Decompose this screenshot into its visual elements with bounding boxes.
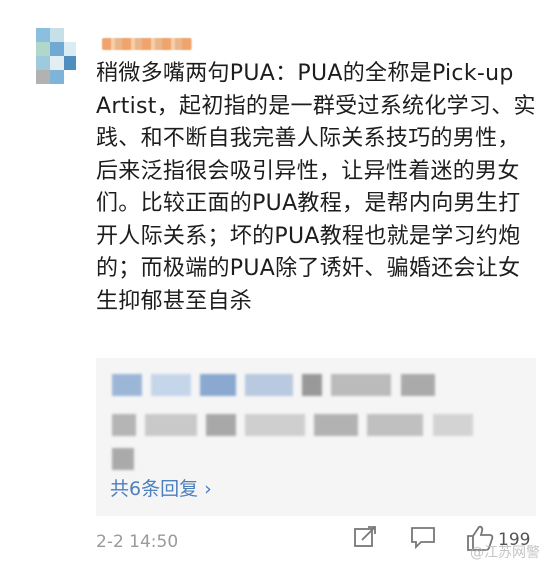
reply-preview-line: [112, 414, 477, 436]
view-replies-link[interactable]: 共6条回复 ›: [110, 474, 212, 501]
comment-icon[interactable]: [408, 522, 442, 556]
comment-timestamp: 2-2 14:50: [96, 532, 179, 552]
reply-preview-line: [112, 448, 138, 470]
reply-preview-box[interactable]: 共6条回复 ›: [96, 358, 536, 516]
comment-text: 稍微多嘴两句PUA：PUA的全称是Pick-up Artist，起初指的是一群受…: [96, 61, 536, 314]
username[interactable]: [102, 38, 192, 50]
share-icon[interactable]: [350, 522, 384, 556]
avatar[interactable]: [36, 28, 76, 90]
reply-preview-line: [112, 374, 439, 396]
watermark: @江苏网警: [470, 545, 540, 561]
